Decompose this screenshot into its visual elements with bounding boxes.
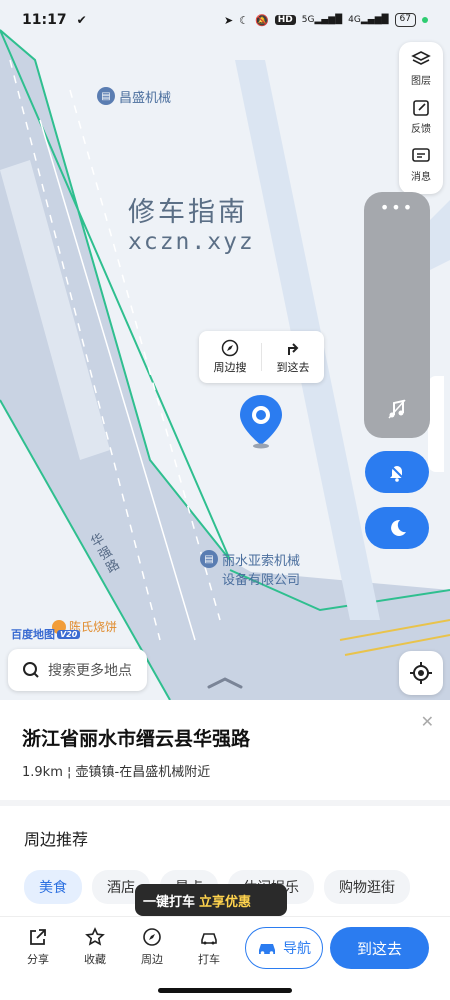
tool-layers[interactable]: 图层 (411, 50, 431, 98)
poi-label-line2: 设备有限公司 (222, 573, 301, 588)
map-tools-panel: 图层 反馈 消息 (399, 42, 443, 194)
home-indicator[interactable] (158, 988, 292, 993)
promo-highlight: 立享优惠 (199, 894, 252, 910)
map-side-handle[interactable] (428, 376, 444, 472)
share-label: 分享 (27, 953, 49, 966)
place-distance: 1.9km (22, 765, 63, 780)
battery-icon: 67 (394, 13, 416, 27)
car-icon (259, 944, 275, 955)
map-view[interactable]: ▤ 昌盛机械 修车指南 xczn.xyz 图层 反馈 消息 ••• 周边搜 到这… (0, 0, 450, 700)
search-more-places[interactable]: 搜索更多地点 (8, 649, 147, 691)
taxi-icon (201, 933, 217, 945)
watermark-title: 修车指南 (128, 197, 248, 228)
tool-label: 反馈 (411, 124, 431, 135)
feedback-icon (413, 100, 429, 116)
marker-callout: 周边搜 到这去 (199, 331, 324, 383)
more-dots-icon[interactable]: ••• (364, 198, 430, 217)
layers-icon (411, 51, 431, 65)
poi-changsheng[interactable]: ▤ 昌盛机械 (97, 87, 171, 106)
turn-arrow-icon (288, 343, 299, 355)
compass-icon (221, 339, 239, 357)
privacy-dot-icon (422, 17, 428, 23)
callout-label: 周边搜 (213, 361, 247, 374)
separator: ¦ (67, 765, 76, 780)
callout-label: 到这去 (276, 361, 310, 374)
compass-icon (143, 928, 161, 946)
taxi-button[interactable]: 打车 (189, 927, 229, 967)
mute-button[interactable] (365, 451, 429, 493)
poi-label: 昌盛机械 (119, 91, 172, 106)
place-title: 浙江省丽水市缙云县华强路 (22, 728, 251, 750)
status-icons: ➤ ☾ 🔕 HD 5G▂▄▆█ 4G▂▄▆█ 67 (224, 13, 428, 27)
building-icon: ▤ (97, 87, 115, 105)
chip-food[interactable]: 美食 (24, 870, 82, 904)
place-subtitle: 1.9km ¦ 壶镇镇-在昌盛机械附近 (22, 761, 428, 780)
callout-nearby-search[interactable]: 周边搜 (199, 331, 261, 383)
tool-feedback[interactable]: 反馈 (411, 98, 431, 146)
star-icon (85, 927, 105, 946)
tool-label: 图层 (411, 76, 431, 87)
poi-yasuo[interactable]: ▤ 丽水亚索机械 设备有限公司 (200, 550, 300, 588)
signal-5g-icon: 5G▂▄▆█ (301, 15, 343, 25)
crosshair-icon (410, 662, 432, 684)
brand-name: 百度地图 (11, 628, 55, 641)
taxi-label: 打车 (198, 953, 220, 966)
tool-label: 消息 (411, 172, 431, 183)
mute-icon: 🔕 (255, 13, 269, 27)
message-icon (412, 148, 430, 162)
favorite-label: 收藏 (84, 953, 106, 966)
nearby-label: 周边 (141, 953, 163, 966)
tool-message[interactable]: 消息 (411, 146, 431, 194)
share-icon (30, 929, 46, 945)
moon-icon (391, 519, 406, 536)
watermark: 修车指南 xczn.xyz (128, 190, 255, 255)
signal-4g-icon: 4G▂▄▆█ (348, 15, 389, 25)
location-marker-icon[interactable] (238, 393, 284, 449)
signal-label: 5G (301, 15, 315, 25)
callout-go-here[interactable]: 到这去 (262, 331, 324, 383)
close-icon[interactable]: ✕ (421, 712, 434, 731)
search-icon (23, 662, 39, 678)
bell-off-icon (389, 464, 405, 482)
navigate-label: 导航 (283, 941, 311, 957)
nearby-button[interactable]: 周边 (132, 927, 172, 967)
promo-text: 一键打车 (143, 894, 196, 910)
go-here-button[interactable]: 到这去 (330, 927, 429, 969)
poi-label-line1: 丽水亚索机械 (222, 554, 301, 569)
brand-version: V20 (57, 629, 81, 639)
brand-logo: 百度地图 V20 (11, 626, 81, 642)
place-info-panel[interactable]: 浙江省丽水市缙云县华强路 1.9km ¦ 壶镇镇-在昌盛机械附近 ✕ (0, 700, 450, 800)
night-mode-button[interactable] (365, 507, 429, 549)
favorite-button[interactable]: 收藏 (75, 927, 115, 967)
chip-shopping[interactable]: 购物逛街 (324, 870, 410, 904)
building-icon: ▤ (200, 550, 218, 568)
hd-badge: HD (274, 15, 296, 25)
section-title: 周边推荐 (24, 830, 89, 849)
status-time: 11:17 (22, 12, 67, 28)
signal-label: 4G (348, 15, 361, 25)
navigate-button[interactable]: 导航 (245, 927, 323, 969)
location-arrow-icon: ➤ (223, 13, 234, 27)
v-check-icon: ✔ (76, 13, 87, 27)
watermark-url: xczn.xyz (128, 229, 255, 255)
taxi-promo-tooltip[interactable]: 一键打车 立享优惠 (135, 884, 287, 916)
music-off-icon (388, 399, 406, 419)
search-placeholder: 搜索更多地点 (48, 663, 132, 679)
moon-icon: ☾ (239, 13, 250, 27)
locate-me-button[interactable] (399, 651, 443, 695)
status-bar: 11:17 ✔ ➤ ☾ 🔕 HD 5G▂▄▆█ 4G▂▄▆█ 67 (0, 0, 450, 40)
place-description: 壶镇镇-在昌盛机械附近 (75, 765, 211, 780)
chevron-up-icon[interactable] (205, 676, 245, 690)
floating-music-panel[interactable]: ••• (364, 192, 430, 438)
share-button[interactable]: 分享 (18, 927, 58, 967)
